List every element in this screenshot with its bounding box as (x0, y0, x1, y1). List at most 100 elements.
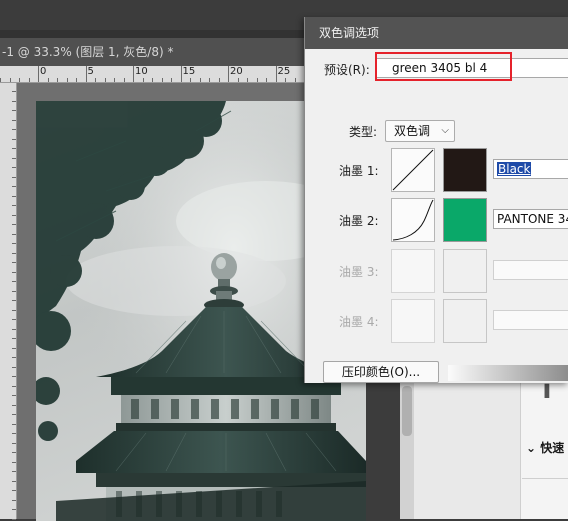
ruler-tick (57, 78, 58, 82)
ink-2-swatch[interactable] (443, 198, 487, 242)
ruler-tick (12, 338, 16, 339)
ruler-tick (12, 499, 16, 501)
ruler-tick (294, 78, 296, 82)
dialog-title-bar[interactable]: 双色调选项 (305, 17, 568, 49)
ink-4-swatch (443, 299, 487, 343)
ink-1-swatch[interactable] (443, 148, 487, 192)
canvas-scrollbar-thumb[interactable] (402, 386, 412, 436)
panel-options-icon[interactable]: ▐ (540, 384, 550, 398)
ink-4-curve (391, 299, 435, 343)
ink-3-label: 油墨 3: (339, 265, 379, 279)
ruler-tick (133, 66, 134, 82)
ruler-tick (12, 100, 16, 102)
ruler-tick (12, 110, 16, 111)
type-label: 类型: (349, 125, 378, 139)
ink-2-name-text: PANTONE 34 (497, 212, 568, 226)
ruler-tick (12, 119, 16, 121)
ink-2-name[interactable]: PANTONE 34 (493, 209, 568, 229)
canvas-area[interactable] (17, 83, 366, 521)
ruler-tick (19, 78, 20, 82)
ruler-tick (12, 224, 16, 225)
ruler-tick (190, 78, 191, 82)
ink-1-curve[interactable] (391, 148, 435, 192)
type-select[interactable]: 双色调 ⌵ (385, 120, 455, 142)
duotone-options-dialog: 双色调选项 预设(R): green 3405 bl 4 类型: 双色调 ⌵ 油… (304, 17, 568, 383)
ruler-tick (12, 186, 16, 187)
ruler-tick (142, 78, 144, 82)
ruler-tick (12, 167, 16, 168)
ruler-tick (12, 290, 16, 292)
ruler-tick (95, 78, 96, 82)
ruler-tick (285, 78, 286, 82)
ink-1-name[interactable]: Black (493, 159, 568, 179)
preset-value: green 3405 bl 4 (392, 61, 488, 75)
ruler-tick (104, 78, 106, 82)
ruler-tick (12, 347, 16, 349)
ruler-tick (85, 66, 87, 82)
ruler-tick (218, 78, 220, 82)
ruler-tick (12, 157, 16, 159)
ruler-tick (12, 452, 16, 453)
ruler-label: 15 (182, 66, 196, 77)
ruler-tick (12, 271, 16, 273)
ruler-tick (12, 91, 16, 92)
ruler-tick (12, 300, 16, 301)
vertical-ruler[interactable] (0, 83, 17, 520)
type-value: 双色调 (394, 124, 431, 138)
duotone-curve-icon (392, 199, 434, 241)
ink-3-name (493, 260, 568, 280)
ruler-tick (123, 78, 125, 82)
ruler-tick (237, 78, 239, 82)
ruler-tick (12, 509, 16, 510)
ink-2-curve[interactable] (391, 198, 435, 242)
ruler-tick (12, 233, 16, 235)
ruler-tick (12, 176, 16, 178)
dialog-body: 预设(R): green 3405 bl 4 类型: 双色调 ⌵ 油墨 1: B… (305, 49, 568, 383)
ruler-tick (256, 78, 258, 82)
ruler-tick (114, 78, 115, 82)
ink-1-name-text: Black (497, 162, 532, 176)
chevron-down-icon: ⌵ (441, 125, 449, 136)
ruler-tick (28, 78, 30, 82)
ruler-tick (12, 433, 16, 434)
ruler-tick (12, 395, 16, 396)
ruler-tick (12, 357, 16, 358)
ruler-tick (12, 262, 16, 263)
ruler-tick (12, 376, 16, 377)
ruler-tick (12, 319, 16, 320)
ruler-tick (12, 442, 16, 444)
preset-select[interactable]: green 3405 bl 4 (375, 58, 568, 78)
ruler-tick (247, 78, 248, 82)
ruler-tick (12, 281, 16, 282)
duotone-gradient-preview (448, 365, 568, 381)
ink-3-swatch (443, 249, 487, 293)
ruler-tick (209, 78, 210, 82)
ruler-tick (228, 66, 229, 82)
ruler-tick (12, 423, 16, 425)
overprint-button-label: 压印颜色(O)... (341, 365, 421, 379)
ruler-tick (0, 78, 1, 82)
ruler-tick (12, 366, 16, 368)
ruler-tick (12, 385, 16, 387)
horizontal-ruler[interactable]: 0 5 10 15 20 25 (0, 66, 305, 83)
ruler-tick (12, 243, 16, 244)
ruler-tick (12, 309, 16, 311)
ruler-tick (275, 66, 277, 82)
ruler-tick (12, 138, 16, 140)
overprint-colors-button[interactable]: 压印颜色(O)... (323, 361, 439, 383)
ruler-tick (47, 78, 49, 82)
document-tab[interactable]: -1 @ 33.3% (图层 1, 灰色/8) * (0, 38, 320, 66)
document-tab-title: -1 @ 33.3% (图层 1, 灰色/8) * (2, 45, 174, 59)
ruler-tick (161, 78, 163, 82)
ruler-tick (12, 414, 16, 415)
ruler-tick (152, 78, 153, 82)
ruler-tick (171, 78, 172, 82)
section-chevron-icon: ⌄ (526, 441, 541, 455)
ruler-tick (38, 66, 39, 82)
panel-divider (522, 478, 568, 479)
ruler-label: 10 (135, 66, 148, 77)
ruler-label: 0 (40, 66, 47, 77)
quick-actions-section[interactable]: ⌄ 快速 (526, 437, 568, 459)
ruler-tick (199, 78, 201, 82)
ruler-tick (9, 78, 11, 82)
